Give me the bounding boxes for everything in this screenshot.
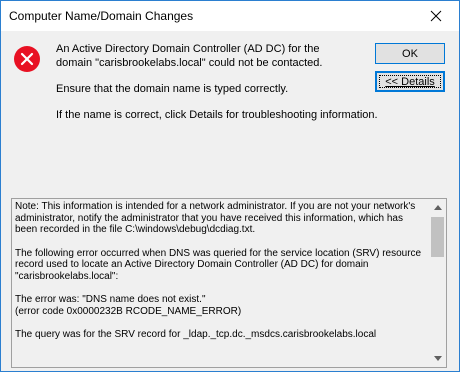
- hint-message: Ensure that the domain name is typed cor…: [56, 83, 289, 95]
- dialog-window: Computer Name/Domain Changes An Active D…: [0, 0, 460, 372]
- ok-button[interactable]: OK: [375, 43, 445, 64]
- details-paragraph-query: The query was for the SRV record for _ld…: [15, 329, 377, 340]
- details-text: Note: This information is intended for a…: [15, 201, 425, 353]
- close-button[interactable]: [413, 1, 459, 31]
- details-button[interactable]: << Details: [375, 71, 445, 92]
- scroll-down-arrow-icon: [433, 356, 442, 361]
- scroll-down-button[interactable]: [429, 350, 446, 367]
- vertical-scrollbar[interactable]: [429, 199, 446, 367]
- error-icon: [14, 46, 40, 72]
- title-bar[interactable]: Computer Name/Domain Changes: [1, 1, 459, 31]
- details-paragraph-dns: The following error occurred when DNS wa…: [15, 247, 422, 282]
- error-message: An Active Directory Domain Controller (A…: [56, 43, 323, 69]
- scroll-thumb[interactable]: [431, 217, 444, 257]
- details-button-label: << Details: [385, 75, 435, 88]
- details-paragraph-note: Note: This information is intended for a…: [15, 201, 416, 235]
- scroll-up-button[interactable]: [429, 199, 446, 216]
- ok-button-label: OK: [402, 47, 418, 60]
- details-textbox[interactable]: Note: This information is intended for a…: [11, 198, 447, 368]
- dialog-content: An Active Directory Domain Controller (A…: [1, 31, 459, 371]
- scroll-up-arrow-icon: [433, 205, 442, 210]
- details-paragraph-error-code: (error code 0x0000232B RCODE_NAME_ERROR): [15, 305, 242, 317]
- close-icon: [430, 10, 442, 22]
- window-title: Computer Name/Domain Changes: [9, 9, 194, 23]
- details-paragraph-error: The error was: "DNS name does not exist.…: [15, 294, 206, 305]
- details-hint-message: If the name is correct, click Details fo…: [56, 109, 378, 121]
